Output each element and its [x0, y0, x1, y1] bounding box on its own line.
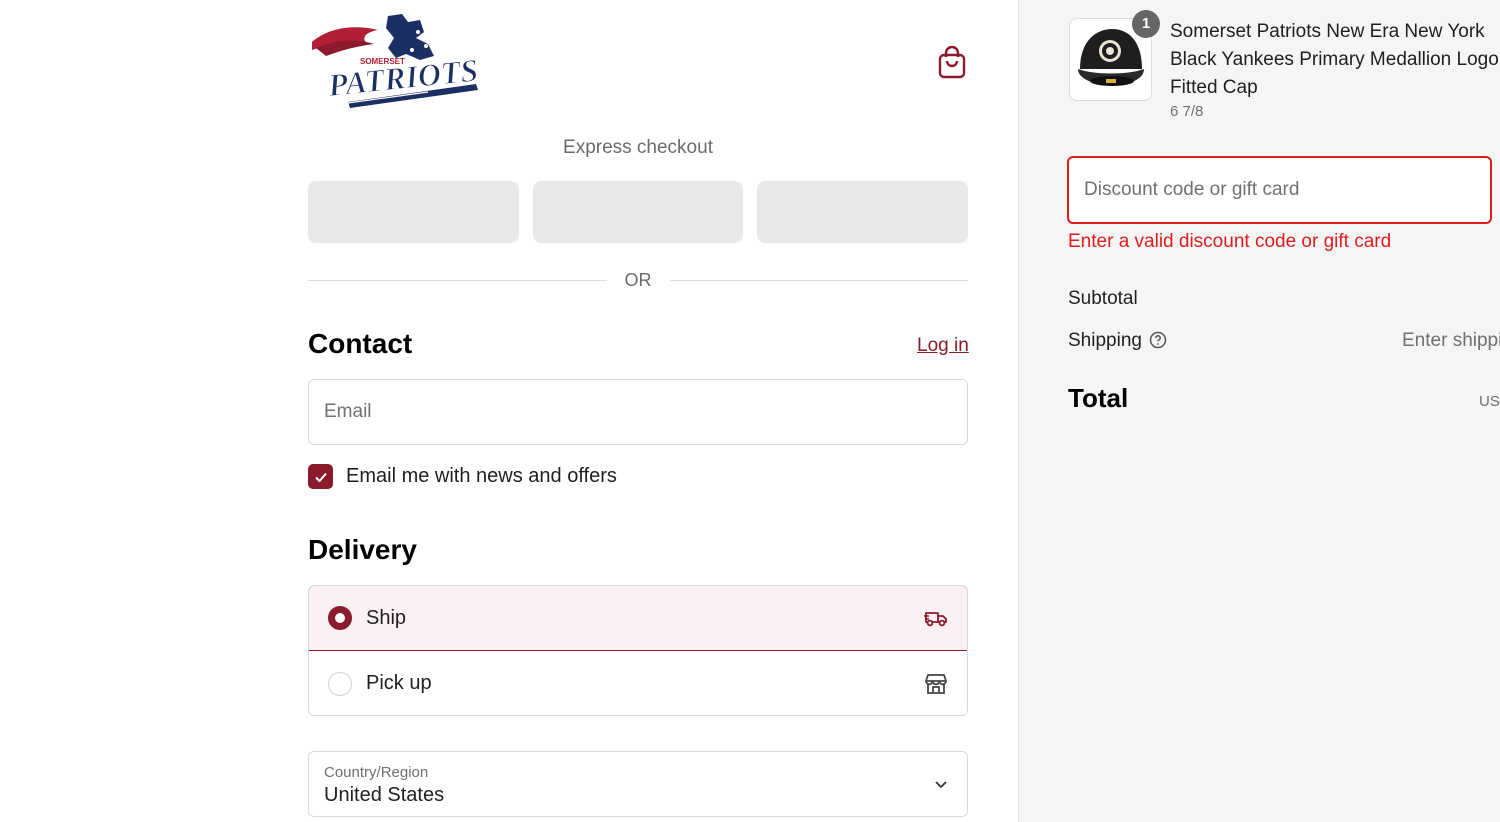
- newsletter-checkbox[interactable]: [308, 464, 333, 489]
- express-pay-button-2[interactable]: [532, 181, 744, 243]
- total-label: Total: [1068, 383, 1129, 413]
- help-icon[interactable]: [1149, 331, 1167, 349]
- checkout-main: SOMERSET PATRIOTS Express checkout OR Co…: [0, 0, 1018, 822]
- delivery-options: Ship Pick up: [308, 585, 968, 716]
- checkmark-icon: [314, 472, 327, 482]
- delivery-option-ship[interactable]: Ship: [309, 586, 967, 651]
- store-icon: [925, 673, 947, 694]
- express-checkout-title: Express checkout: [563, 137, 713, 158]
- delivery-heading: Delivery: [308, 534, 417, 565]
- product-name: Somerset Patriots New Era New York Black…: [1170, 21, 1499, 98]
- store-logo[interactable]: SOMERSET PATRIOTS: [308, 10, 480, 114]
- subtotal-label: Subtotal: [1068, 288, 1138, 309]
- express-pay-button-1[interactable]: [308, 181, 519, 243]
- product-variant: 6 7/8: [1170, 103, 1204, 120]
- ship-label: Ship: [366, 606, 407, 629]
- shipping-label: Shipping: [1068, 330, 1142, 351]
- pickup-label: Pick up: [366, 672, 432, 694]
- ship-radio[interactable]: [328, 606, 352, 630]
- or-text: OR: [624, 269, 652, 290]
- divider-line: [669, 279, 968, 281]
- discount-error-message: Enter a valid discount code or gift card: [1068, 231, 1392, 252]
- pickup-radio[interactable]: [328, 671, 352, 696]
- shopping-bag-icon[interactable]: [936, 44, 968, 80]
- newsletter-checkbox-row[interactable]: Email me with news and offers: [308, 464, 617, 489]
- chevron-down-icon: [935, 781, 947, 789]
- discount-field-wrapper: [1067, 156, 1492, 224]
- email-field-wrapper: [308, 379, 968, 445]
- shipping-value: Enter shippi: [1402, 330, 1500, 351]
- order-summary: 1 Somerset Patriots New Era New York Bla…: [1018, 0, 1500, 822]
- country-value: United States: [324, 784, 445, 806]
- country-select[interactable]: Country/Region United States: [308, 751, 968, 817]
- discount-code-input[interactable]: [1069, 158, 1490, 222]
- total-currency: USI: [1479, 393, 1500, 410]
- email-field[interactable]: [309, 380, 967, 444]
- contact-heading: Contact: [308, 328, 413, 359]
- delivery-option-pickup[interactable]: Pick up: [309, 651, 967, 715]
- somerset-patriots-logo: SOMERSET PATRIOTS: [312, 14, 480, 108]
- newsletter-label: Email me with news and offers: [346, 465, 617, 487]
- truck-icon: [924, 612, 947, 627]
- login-link[interactable]: Log in: [917, 335, 969, 357]
- divider-line: [308, 279, 607, 281]
- express-checkout-buttons: [308, 181, 969, 243]
- quantity-badge: 1: [1132, 10, 1160, 38]
- express-pay-button-3[interactable]: [757, 181, 969, 243]
- or-divider: OR: [308, 268, 968, 292]
- country-label: Country/Region: [324, 764, 429, 781]
